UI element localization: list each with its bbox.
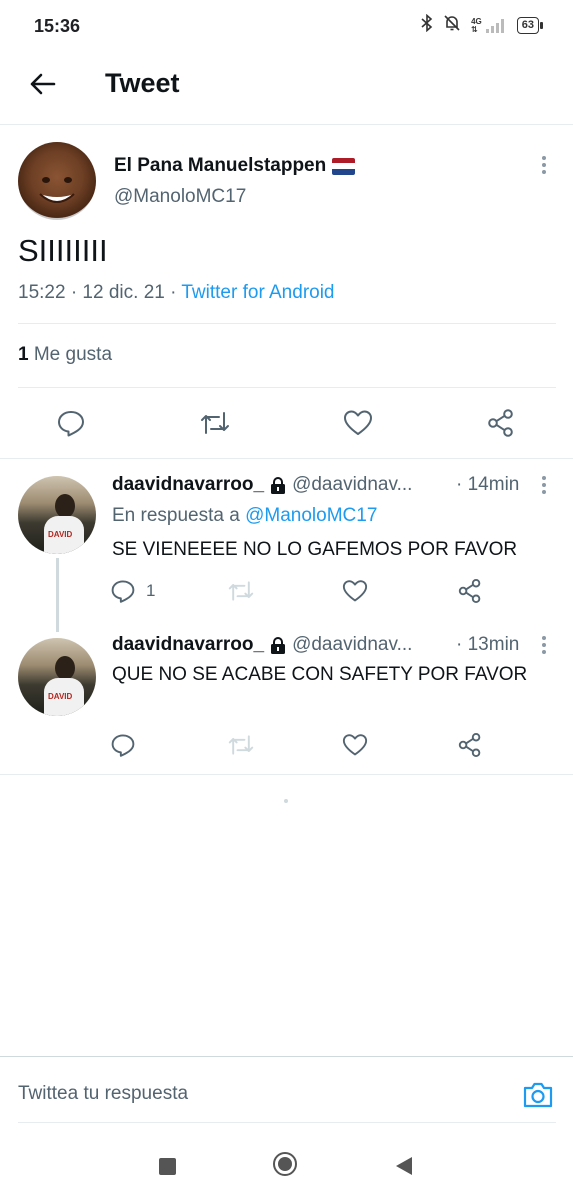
more-dot xyxy=(542,163,546,167)
arrow-left-icon xyxy=(30,73,56,95)
reply-text: SE VIENEEEE NO LO GAFEMOS POR FAVOR xyxy=(112,539,518,560)
reply-icon xyxy=(111,734,135,757)
bluetooth-icon xyxy=(421,13,433,37)
reply-author-handle: @daavidnav... xyxy=(292,474,413,495)
reply-text: QUE NO SE ACABE CON SAFETY POR FAVOR xyxy=(112,664,528,685)
data-arrows-icon: ⇅ xyxy=(471,24,478,34)
replies-bottom-divider xyxy=(0,774,573,775)
reply-like-button[interactable] xyxy=(338,730,372,760)
more-dot xyxy=(542,636,546,640)
heart-icon xyxy=(342,580,368,602)
compose-divider xyxy=(0,1056,573,1057)
likes-summary[interactable]: 1 Me gusta xyxy=(18,344,112,366)
tweet-more-button[interactable] xyxy=(534,153,554,177)
more-dot xyxy=(542,170,546,174)
reply-icon xyxy=(58,411,84,437)
reply-author-handle: @daavidnav... xyxy=(292,634,413,655)
like-count: 1 xyxy=(18,344,29,365)
tweet-bottom-divider xyxy=(0,458,573,459)
reply-time: · 13min xyxy=(456,634,520,655)
reply-button[interactable] xyxy=(52,404,90,442)
reply-author-name: daavidnavarroo_ xyxy=(112,634,265,655)
compose-reply-input[interactable]: Twittea tu respuesta xyxy=(18,1083,188,1105)
reply-time: · 14min xyxy=(456,474,520,495)
tweet-time-date: 15:22 · 12 dic. 21 · xyxy=(18,282,182,303)
retweet-icon xyxy=(228,581,254,601)
reply-icon xyxy=(111,580,135,603)
avatar-head-shape xyxy=(55,656,75,680)
reply-author[interactable]: daavidnavarroo_ @daavidnav... xyxy=(112,474,412,496)
avatar-face xyxy=(39,177,75,203)
like-button[interactable] xyxy=(339,404,377,442)
like-label: Me gusta xyxy=(33,344,113,365)
more-dot xyxy=(542,650,546,654)
camera-button[interactable] xyxy=(520,1078,556,1112)
author-avatar[interactable] xyxy=(18,142,96,220)
replying-to-prefix: En respuesta a xyxy=(112,505,246,526)
reply-like-button[interactable] xyxy=(338,576,372,606)
retweet-button[interactable] xyxy=(196,404,234,442)
reply-share-button[interactable] xyxy=(453,576,487,606)
camera-icon xyxy=(523,1082,553,1108)
lock-icon xyxy=(271,476,286,494)
tweet-text: SIIIIIIII xyxy=(18,233,108,268)
reply-count: 1 xyxy=(146,581,156,600)
share-icon xyxy=(488,409,513,437)
author-name-text: El Pana Manuelstappen xyxy=(114,155,327,176)
share-icon xyxy=(458,732,481,758)
reply-reply-button[interactable] xyxy=(110,730,144,760)
page-title: Tweet xyxy=(105,68,180,98)
back-nav-button[interactable] xyxy=(394,1155,414,1182)
more-dot xyxy=(542,490,546,494)
home-dot xyxy=(278,1157,292,1171)
reply-reply-button[interactable]: 1 xyxy=(110,576,170,606)
author-name[interactable]: El Pana Manuelstappen xyxy=(114,155,356,177)
more-dot xyxy=(542,156,546,160)
reply-author-name: daavidnavarroo_ xyxy=(112,474,265,495)
tweet-meta: 15:22 · 12 dic. 21 · Twitter for Android xyxy=(18,282,335,304)
system-nav-bar xyxy=(0,1134,573,1200)
heart-icon xyxy=(342,734,368,756)
retweet-icon xyxy=(201,412,229,434)
status-time: 15:36 xyxy=(34,16,81,36)
replying-to: En respuesta a @ManoloMC17 xyxy=(112,505,377,527)
more-dot xyxy=(542,476,546,480)
reply-share-button[interactable] xyxy=(453,730,487,760)
retweet-icon xyxy=(228,735,254,755)
netherlands-flag-icon xyxy=(332,157,356,175)
meta-divider xyxy=(18,323,556,324)
status-icons: 4G ⇅ 63 xyxy=(421,13,544,37)
avatar-head-shape xyxy=(55,494,75,518)
share-button[interactable] xyxy=(482,404,520,442)
avatar-shirt-text: DAVID xyxy=(48,692,73,701)
tweet-source-link[interactable]: Twitter for Android xyxy=(181,282,334,303)
avatar-shirt-text: DAVID xyxy=(48,530,73,539)
replying-to-link[interactable]: @ManoloMC17 xyxy=(245,505,377,526)
likes-divider xyxy=(18,387,556,388)
reply-author[interactable]: daavidnavarroo_ @daavidnav... xyxy=(112,634,412,656)
reply-retweet-button xyxy=(224,730,258,760)
signal-icon: 4G ⇅ xyxy=(471,17,507,34)
battery-icon: 63 xyxy=(516,17,544,34)
reply-retweet-button xyxy=(224,576,258,606)
back-button[interactable] xyxy=(24,66,60,102)
compose-bottom-divider xyxy=(18,1122,556,1123)
home-button[interactable] xyxy=(273,1152,297,1176)
thread-connector xyxy=(56,558,59,632)
triangle-back-icon xyxy=(396,1157,412,1175)
heart-icon xyxy=(344,410,372,435)
reply-more-button[interactable] xyxy=(534,633,554,657)
share-icon xyxy=(458,578,481,604)
more-dot xyxy=(542,643,546,647)
author-handle[interactable]: @ManoloMC17 xyxy=(114,186,246,208)
lock-icon xyxy=(271,636,286,654)
loading-indicator xyxy=(284,799,288,803)
header-divider xyxy=(0,124,573,125)
reply-avatar[interactable]: DAVID xyxy=(18,638,96,716)
reply-avatar[interactable]: DAVID xyxy=(18,476,96,554)
reply-more-button[interactable] xyxy=(534,473,554,497)
recents-button[interactable] xyxy=(159,1158,176,1175)
bell-off-icon xyxy=(443,14,461,37)
more-dot xyxy=(542,483,546,487)
